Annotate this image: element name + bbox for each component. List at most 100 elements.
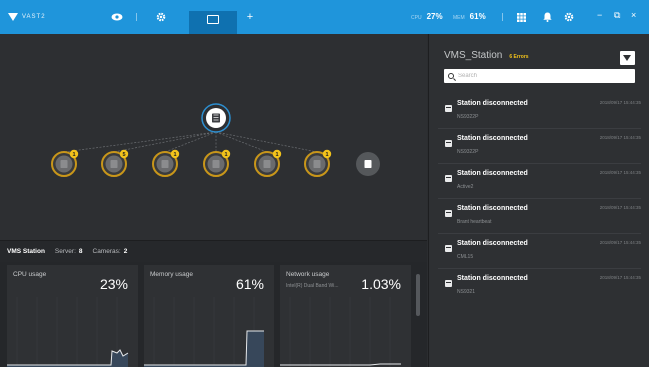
alert-badge-count: 1 <box>325 152 328 158</box>
event-item[interactable]: Station disconnected NS9322P 2018/09/17 … <box>438 129 641 164</box>
memory-stat-label: MEM <box>453 15 465 21</box>
memory-stat: MEM 61% <box>453 12 486 24</box>
station-node[interactable]: 5 <box>101 149 129 177</box>
topology-graph: 1 5 1 1 1 1 <box>51 103 380 177</box>
event-time: 2018/09/17 15:44:35 <box>599 100 641 105</box>
event-item[interactable]: Station disconnected Brant heartbeat 201… <box>438 199 641 234</box>
restore-button[interactable]: ⧉ <box>614 11 620 20</box>
event-source: Brant heartbeat <box>457 219 492 225</box>
event-panel: VMS_Station 6 Errors Station disconnecte… <box>428 34 649 367</box>
event-item[interactable]: Station disconnected CML15 2018/09/17 15… <box>438 234 641 269</box>
grid-icon[interactable] <box>514 10 528 24</box>
server-icon <box>445 210 452 217</box>
event-panel-header: VMS_Station 6 Errors <box>444 50 529 61</box>
event-search <box>444 69 635 83</box>
network-usage-value: 1.03% <box>361 276 401 292</box>
cpu-usage-title: CPU usage <box>13 271 47 278</box>
cpu-usage-graph <box>7 297 129 367</box>
topology-view[interactable]: 1 5 1 1 1 1 <box>0 34 427 240</box>
monitor-icon <box>207 15 219 24</box>
cpu-stat-value: 27% <box>426 12 443 21</box>
network-usage-card: Network usage Intel(R) Dual Band Wi... 1… <box>280 265 411 367</box>
event-source: Active2 <box>457 184 474 190</box>
network-usage-title: Network usage <box>286 271 330 278</box>
event-panel-title: VMS_Station <box>444 50 503 61</box>
close-button[interactable]: × <box>631 11 636 20</box>
root-station-node[interactable] <box>201 103 231 133</box>
server-icon <box>212 160 220 168</box>
logo-text: VAST2 <box>22 14 46 20</box>
server-icon <box>445 105 452 112</box>
filter-icon <box>623 55 631 61</box>
plus-icon[interactable]: + <box>243 10 257 24</box>
alert-badge-count: 1 <box>173 152 176 158</box>
alert-badge-count: 5 <box>122 152 125 158</box>
error-count-badge[interactable]: 6 Errors <box>509 54 528 60</box>
gear-icon[interactable] <box>154 10 168 24</box>
search-input[interactable] <box>458 73 618 79</box>
settings-icon[interactable] <box>562 10 576 24</box>
server-label: Server: <box>54 248 76 255</box>
cpu-usage-card: CPU usage 23% <box>7 265 138 367</box>
server-icon <box>313 160 321 168</box>
event-name: Station disconnected <box>457 205 528 212</box>
memory-usage-title: Memory usage <box>150 271 193 278</box>
event-source: CML15 <box>457 254 474 260</box>
server-icon <box>263 160 271 168</box>
event-source: NS9321 <box>457 289 476 295</box>
server-icon <box>60 160 68 168</box>
cpu-stat-label: CPU <box>411 15 422 21</box>
cpu-usage-value: 23% <box>99 276 128 292</box>
usage-scrollbar[interactable] <box>416 274 420 316</box>
event-time: 2018/09/17 15:44:35 <box>599 205 641 210</box>
alert-badge-count: 1 <box>72 152 75 158</box>
camera-count: Cameras: 2 <box>93 248 128 255</box>
station-node[interactable] <box>356 152 380 176</box>
event-source: NS9322P <box>457 114 479 120</box>
event-item[interactable]: Station disconnected NS9322P 2018/09/17 … <box>438 94 641 129</box>
cpu-stat: CPU 27% <box>411 12 443 24</box>
server-icon <box>445 245 452 252</box>
event-name: Station disconnected <box>457 275 528 282</box>
topology-link <box>164 131 217 153</box>
event-item[interactable]: Station disconnected Active2 2018/09/17 … <box>438 164 641 199</box>
eye-icon[interactable] <box>110 10 124 24</box>
topology-link <box>215 131 318 153</box>
station-node[interactable]: 1 <box>304 149 332 177</box>
server-count: Server: 8 <box>55 248 83 255</box>
event-source: NS9322P <box>457 149 479 155</box>
station-node[interactable]: 1 <box>152 149 180 177</box>
filter-button[interactable] <box>620 51 635 65</box>
event-name: Station disconnected <box>457 170 528 177</box>
event-time: 2018/09/17 15:44:35 <box>599 135 641 140</box>
logo-mark-icon <box>8 13 18 21</box>
cameras-label: Cameras: <box>92 248 121 255</box>
server-icon <box>445 175 452 182</box>
toolbar-separator <box>502 13 503 21</box>
search-icon <box>448 73 454 79</box>
server-icon <box>445 140 452 147</box>
bell-icon[interactable] <box>540 10 554 24</box>
tab-monitor[interactable] <box>189 11 237 34</box>
memory-usage-graph <box>144 297 264 367</box>
event-name: Station disconnected <box>457 100 528 107</box>
top-bar: VAST2 + CPU 27% MEM 61% − ⧉ × <box>0 0 649 34</box>
topology-link <box>215 131 268 153</box>
alert-badge-count: 1 <box>275 152 278 158</box>
minimize-button[interactable]: − <box>597 11 602 20</box>
event-time: 2018/09/17 15:44:35 <box>599 275 641 280</box>
station-node[interactable]: 1 <box>203 149 231 177</box>
station-node[interactable]: 1 <box>51 149 79 177</box>
event-item[interactable]: Station disconnected NS9321 2018/09/17 1… <box>438 269 641 304</box>
server-icon <box>364 160 372 168</box>
server-icon <box>445 280 452 287</box>
station-title: VMS Station <box>7 248 45 255</box>
memory-usage-card: Memory usage 61% <box>144 265 274 367</box>
app-logo[interactable]: VAST2 <box>8 11 46 23</box>
cameras-value: 2 <box>123 248 128 255</box>
memory-stat-value: 61% <box>469 12 486 21</box>
event-name: Station disconnected <box>457 240 528 247</box>
vast2-window: VAST2 + CPU 27% MEM 61% − ⧉ × 1 5 1 1 1 … <box>0 0 649 367</box>
toolbar-separator <box>136 13 137 21</box>
station-node[interactable]: 1 <box>254 149 282 177</box>
